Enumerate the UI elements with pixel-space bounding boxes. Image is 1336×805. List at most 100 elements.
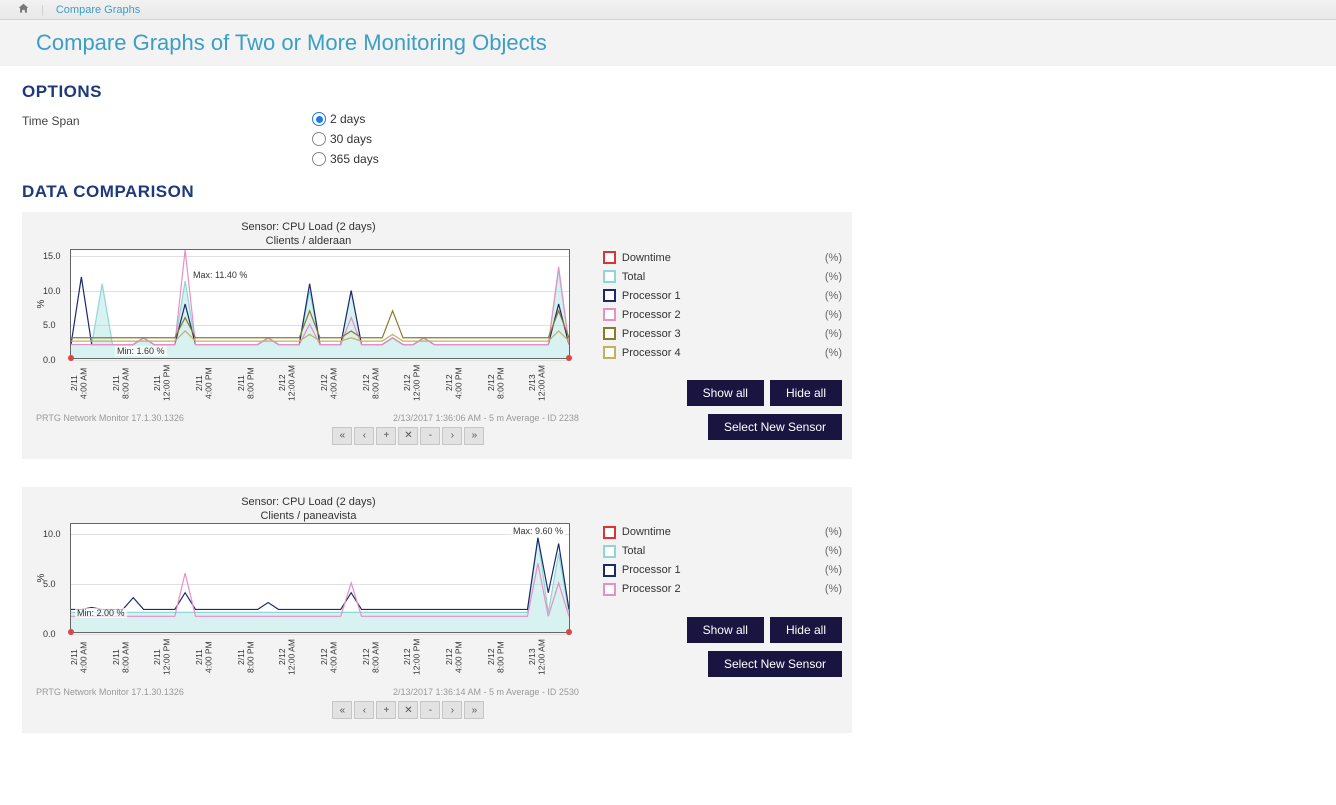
legend-item[interactable]: Processor 2 (%) xyxy=(603,580,842,599)
legend-unit: (%) xyxy=(825,545,842,557)
legend-item[interactable]: Processor 2 (%) xyxy=(603,305,842,324)
time-span-radio-0[interactable]: 2 days xyxy=(312,112,379,126)
chart-nav-btn-3[interactable]: ✕ xyxy=(398,427,418,445)
chart-nav-btn-5[interactable]: › xyxy=(442,427,462,445)
xtick: 2/1212:00 PM xyxy=(403,359,445,409)
legend-name: Total xyxy=(622,545,819,557)
xtick: 2/1212:00 AM xyxy=(278,633,320,683)
xtick: 2/128:00 AM xyxy=(362,633,404,683)
max-annotation: Max: 11.40 % xyxy=(191,270,249,280)
legend-item[interactable]: Processor 3 (%) xyxy=(603,324,842,343)
xtick: 2/128:00 PM xyxy=(487,633,529,683)
legend-unit: (%) xyxy=(825,252,842,264)
chart-footer-version: PRTG Network Monitor 17.1.30.1326 xyxy=(36,413,184,423)
breadcrumb: | Compare Graphs xyxy=(0,0,1336,20)
xtick: 2/114:00 PM xyxy=(195,359,237,409)
xtick: 2/1312:00 AM xyxy=(528,359,570,409)
legend-item[interactable]: Total (%) xyxy=(603,267,842,286)
xtick: 2/128:00 AM xyxy=(362,359,404,409)
xtick: 2/124:00 PM xyxy=(445,359,487,409)
chart-title: Sensor: CPU Load (2 days)Clients / alder… xyxy=(32,220,585,249)
chart-nav-btn-0[interactable]: « xyxy=(332,427,352,445)
legend-unit: (%) xyxy=(825,328,842,340)
breadcrumb-divider: | xyxy=(41,4,44,16)
legend-item[interactable]: Processor 1 (%) xyxy=(603,286,842,305)
comparison-heading: DATA COMPARISON xyxy=(22,182,1314,202)
show-all-button[interactable]: Show all xyxy=(687,617,764,643)
chart-nav-btn-4[interactable]: - xyxy=(420,427,440,445)
legend-name: Processor 2 xyxy=(622,583,819,595)
chart-nav-btn-1[interactable]: ‹ xyxy=(354,427,374,445)
chart-footer-version: PRTG Network Monitor 17.1.30.1326 xyxy=(36,687,184,697)
chart-plot[interactable]: % 0.05.010.015.0 Max: 11.40 % Min: 1.60 … xyxy=(70,249,570,359)
chart-nav-btn-5[interactable]: › xyxy=(442,701,462,719)
legend-name: Processor 3 xyxy=(622,328,819,340)
min-annotation: Min: 1.60 % xyxy=(115,346,167,356)
chart-nav-btn-6[interactable]: » xyxy=(464,701,484,719)
legend-name: Total xyxy=(622,271,819,283)
show-all-button[interactable]: Show all xyxy=(687,380,764,406)
legend-swatch xyxy=(603,327,616,340)
legend-name: Downtime xyxy=(622,526,819,538)
legend-name: Processor 4 xyxy=(622,347,819,359)
breadcrumb-current[interactable]: Compare Graphs xyxy=(56,4,140,16)
legend-unit: (%) xyxy=(825,290,842,302)
legend: Downtime (%) Total (%) Processor 1 (%) P… xyxy=(603,495,842,720)
legend-name: Processor 1 xyxy=(622,290,819,302)
legend-unit: (%) xyxy=(825,526,842,538)
xtick: 2/1212:00 PM xyxy=(403,633,445,683)
graph-card-1: Sensor: CPU Load (2 days)Clients / panea… xyxy=(22,487,852,734)
chart-nav: «‹+✕-›» xyxy=(232,701,585,719)
legend-swatch xyxy=(603,526,616,539)
chart-nav-btn-4[interactable]: - xyxy=(420,701,440,719)
chart-footer-meta: 2/13/2017 1:36:06 AM - 5 m Average - ID … xyxy=(393,413,579,423)
graph-card-0: Sensor: CPU Load (2 days)Clients / alder… xyxy=(22,212,852,459)
chart-nav-btn-2[interactable]: + xyxy=(376,427,396,445)
chart-nav-btn-6[interactable]: » xyxy=(464,427,484,445)
chart-nav-btn-3[interactable]: ✕ xyxy=(398,701,418,719)
legend-unit: (%) xyxy=(825,309,842,321)
select-new-sensor-button[interactable]: Select New Sensor xyxy=(708,414,842,440)
xtick: 2/124:00 AM xyxy=(320,359,362,409)
comparison-section: DATA COMPARISON xyxy=(0,174,1336,202)
select-new-sensor-button[interactable]: Select New Sensor xyxy=(708,651,842,677)
legend-swatch xyxy=(603,251,616,264)
chart-nav-btn-0[interactable]: « xyxy=(332,701,352,719)
legend-item[interactable]: Total (%) xyxy=(603,542,842,561)
xtick: 2/1212:00 AM xyxy=(278,359,320,409)
time-span-label: Time Span xyxy=(22,112,272,166)
legend-name: Processor 2 xyxy=(622,309,819,321)
time-span-radio-group: 2 days 30 days 365 days xyxy=(312,112,379,166)
legend-swatch xyxy=(603,583,616,596)
hide-all-button[interactable]: Hide all xyxy=(770,617,842,643)
page-title: Compare Graphs of Two or More Monitoring… xyxy=(36,30,1308,56)
home-icon[interactable] xyxy=(18,3,29,17)
xtick: 2/114:00 AM xyxy=(70,633,112,683)
xtick: 2/114:00 AM xyxy=(70,359,112,409)
xtick: 2/128:00 PM xyxy=(487,359,529,409)
chart-nav: «‹+✕-›» xyxy=(232,427,585,445)
chart-plot[interactable]: % 0.05.010.0 Max: 9.60 % Min: 2.00 % xyxy=(70,523,570,633)
legend-unit: (%) xyxy=(825,271,842,283)
min-annotation: Min: 2.00 % xyxy=(75,608,127,618)
xtick: 2/124:00 PM xyxy=(445,633,487,683)
xtick: 2/1112:00 PM xyxy=(153,359,195,409)
max-annotation: Max: 9.60 % xyxy=(511,526,565,536)
hide-all-button[interactable]: Hide all xyxy=(770,380,842,406)
xtick: 2/124:00 AM xyxy=(320,633,362,683)
xtick: 2/114:00 PM xyxy=(195,633,237,683)
legend-item[interactable]: Processor 4 (%) xyxy=(603,343,842,362)
chart-title: Sensor: CPU Load (2 days)Clients / panea… xyxy=(32,495,585,524)
legend-swatch xyxy=(603,346,616,359)
legend-item[interactable]: Downtime (%) xyxy=(603,523,842,542)
legend-item[interactable]: Downtime (%) xyxy=(603,248,842,267)
yaxis-label: % xyxy=(36,299,47,308)
options-heading: OPTIONS xyxy=(22,82,1314,102)
legend-item[interactable]: Processor 1 (%) xyxy=(603,561,842,580)
chart-footer-meta: 2/13/2017 1:36:14 AM - 5 m Average - ID … xyxy=(393,687,579,697)
chart-nav-btn-1[interactable]: ‹ xyxy=(354,701,374,719)
time-span-radio-1[interactable]: 30 days xyxy=(312,132,379,146)
legend-name: Downtime xyxy=(622,252,819,264)
chart-nav-btn-2[interactable]: + xyxy=(376,701,396,719)
time-span-radio-2[interactable]: 365 days xyxy=(312,152,379,166)
